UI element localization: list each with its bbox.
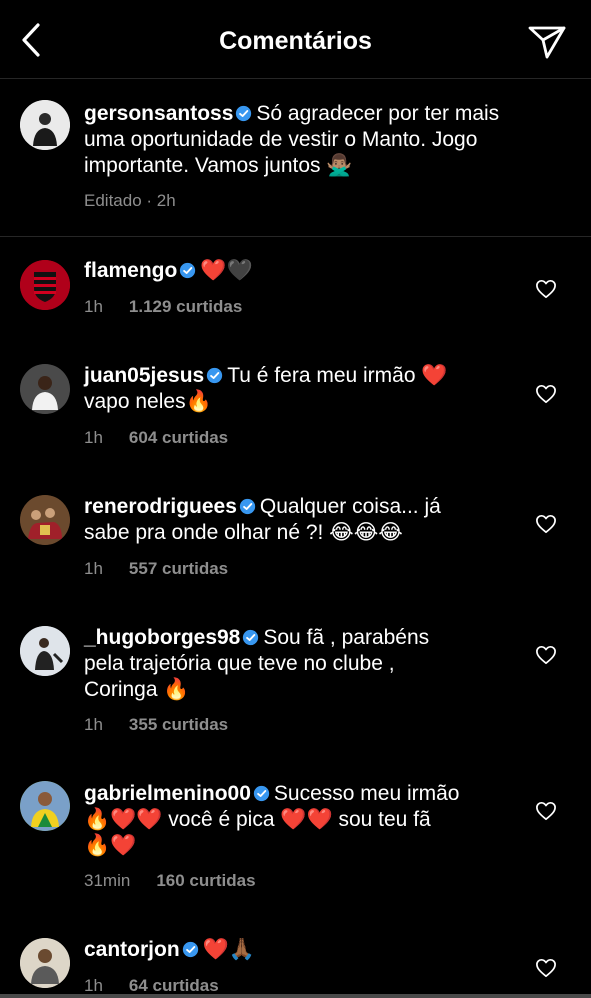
- verified-badge-icon: [236, 105, 252, 122]
- comment-line: 🔥❤️❤️ você é pica ❤️❤️ sou teu fã: [84, 808, 431, 831]
- caption-line-1: Só agradecer por ter mais: [256, 102, 500, 125]
- comment-line: vapo neles🔥: [84, 390, 212, 413]
- caption-meta: Editado · 2h: [84, 191, 176, 210]
- comment-text: juan05jesus Tu é fera meu irmão ❤️ vapo n…: [84, 363, 514, 415]
- comment-meta: 1h 604 curtidas: [84, 428, 228, 448]
- comment-line: Sucesso meu irmão: [273, 782, 460, 805]
- like-count[interactable]: 604 curtidas: [129, 428, 228, 447]
- comment-line: ❤️🙏🏾: [202, 938, 255, 961]
- comment-time: 1h: [84, 428, 103, 447]
- heart-icon[interactable]: [535, 279, 557, 299]
- comment-line: ❤️🖤: [200, 259, 253, 282]
- comment-item: gabrielmenino00 Sucesso meu irmão 🔥❤️❤️ v…: [0, 762, 591, 918]
- heart-icon[interactable]: [535, 384, 557, 404]
- bottom-edge: [0, 994, 591, 998]
- verified-badge-icon: [182, 941, 198, 958]
- avatar[interactable]: [20, 364, 70, 414]
- verified-badge-icon: [253, 785, 270, 802]
- paper-plane-icon[interactable]: [527, 24, 567, 60]
- person-avatar-icon: [20, 781, 70, 831]
- username[interactable]: gersonsantoss: [84, 102, 233, 125]
- like-count[interactable]: 557 curtidas: [129, 559, 228, 578]
- comment-item: flamengo ❤️🖤 1h 1.129 curtidas: [0, 236, 591, 346]
- heart-icon[interactable]: [535, 801, 557, 821]
- comment-meta: 1h 557 curtidas: [84, 559, 228, 579]
- avatar[interactable]: [20, 938, 70, 988]
- heart-icon[interactable]: [535, 514, 557, 534]
- like-count[interactable]: 160 curtidas: [156, 871, 255, 890]
- heart-icon[interactable]: [535, 645, 557, 665]
- verified-badge-icon: [180, 262, 196, 279]
- comment-line: Coringa 🔥: [84, 678, 190, 701]
- comment-time: 1h: [84, 297, 103, 316]
- heart-icon[interactable]: [535, 958, 557, 978]
- username[interactable]: flamengo: [84, 259, 177, 282]
- caption-line-3: importante. Vamos juntos 🙅🏽‍♂️: [84, 154, 353, 177]
- like-count[interactable]: 355 curtidas: [129, 715, 228, 734]
- comment-item: cantorjon ❤️🙏🏾 1h 64 curtidas: [0, 918, 591, 998]
- verified-badge-icon: [239, 498, 256, 515]
- comment-text: _hugoborges98 Sou fã , parabéns pela traj…: [84, 625, 514, 703]
- comment-meta: 1h 64 curtidas: [84, 976, 219, 996]
- comment-time: 1h: [84, 559, 103, 578]
- username[interactable]: juan05jesus: [84, 364, 204, 387]
- avatar[interactable]: [20, 781, 70, 831]
- comment-text: renerodriguees Qualquer coisa... já sabe …: [84, 494, 514, 546]
- comment-item: renerodriguees Qualquer coisa... já sabe …: [0, 476, 591, 606]
- comment-meta: 31min 160 curtidas: [84, 871, 256, 891]
- comment-text: flamengo ❤️🖤: [84, 258, 514, 284]
- person-avatar-icon: [20, 364, 70, 414]
- flamengo-crest-icon: [20, 260, 70, 310]
- username[interactable]: _hugoborges98: [84, 626, 240, 649]
- post-caption: gersonsantoss Só agradecer por ter mais u…: [0, 78, 591, 237]
- person-avatar-icon: [20, 938, 70, 988]
- comment-text: gabrielmenino00 Sucesso meu irmão 🔥❤️❤️ v…: [84, 781, 514, 859]
- person-avatar-icon: [20, 626, 70, 676]
- avatar[interactable]: [20, 495, 70, 545]
- avatar[interactable]: [20, 100, 70, 150]
- comment-line: Sou fã , parabéns: [263, 626, 430, 649]
- comment-line: Qualquer coisa... já: [259, 495, 441, 518]
- avatar[interactable]: [20, 626, 70, 676]
- comment-item: juan05jesus Tu é fera meu irmão ❤️ vapo n…: [0, 346, 591, 476]
- comment-time: 31min: [84, 871, 131, 890]
- like-count[interactable]: 1.129 curtidas: [129, 297, 242, 316]
- comment-text: cantorjon ❤️🙏🏾: [84, 937, 514, 963]
- header-bar: Comentários: [0, 0, 591, 79]
- group-photo-icon: [20, 495, 70, 545]
- comment-line: 🔥❤️: [84, 834, 137, 857]
- verified-badge-icon: [207, 367, 223, 384]
- comment-time: 1h: [84, 976, 103, 995]
- comment-meta: 1h 355 curtidas: [84, 715, 228, 735]
- verified-badge-icon: [243, 629, 259, 646]
- username[interactable]: cantorjon: [84, 938, 180, 961]
- page-title: Comentários: [219, 27, 372, 55]
- avatar[interactable]: [20, 260, 70, 310]
- comment-item: _hugoborges98 Sou fã , parabéns pela traj…: [0, 606, 591, 762]
- person-avatar-icon: [20, 100, 70, 150]
- comment-line: pela trajetória que teve no clube ,: [84, 652, 395, 675]
- username[interactable]: gabrielmenino00: [84, 782, 251, 805]
- caption-line-2: uma oportunidade de vestir o Manto. Jogo: [84, 128, 478, 151]
- comment-line: Tu é fera meu irmão ❤️: [227, 364, 448, 387]
- caption-text: gersonsantoss Só agradecer por ter mais u…: [84, 101, 514, 179]
- comment-line: sabe pra onde olhar né ?! 😂😂😂: [84, 521, 403, 544]
- comment-meta: 1h 1.129 curtidas: [84, 297, 242, 317]
- comment-time: 1h: [84, 715, 103, 734]
- username[interactable]: renerodriguees: [84, 495, 237, 518]
- like-count[interactable]: 64 curtidas: [129, 976, 219, 995]
